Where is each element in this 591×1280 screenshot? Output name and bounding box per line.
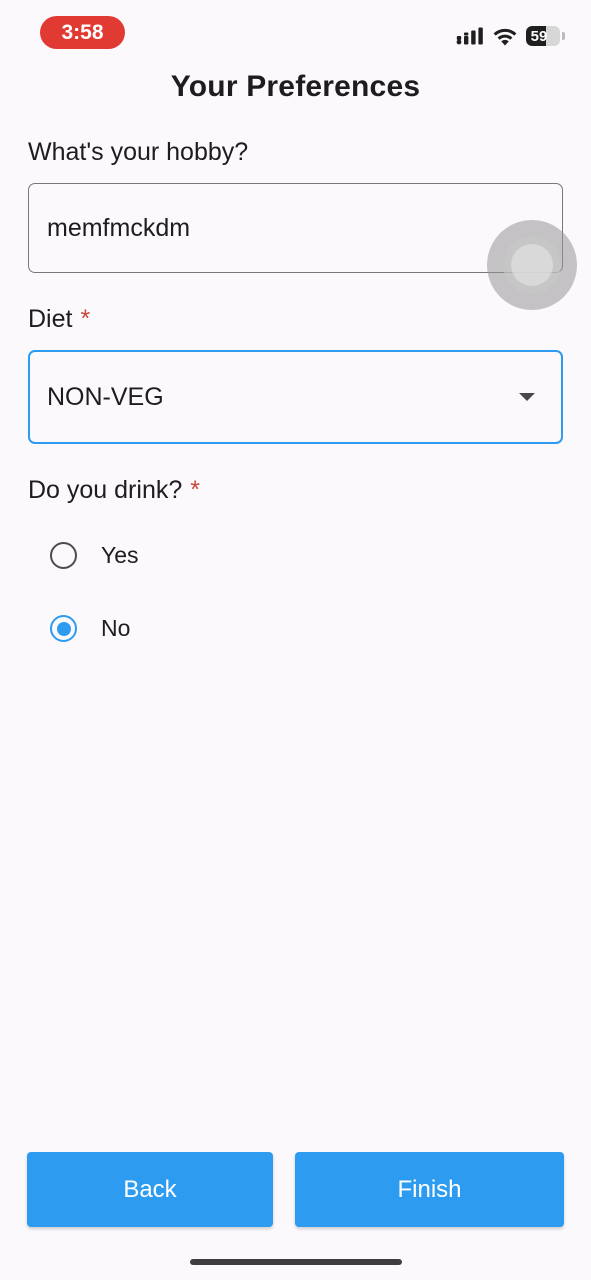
battery-cap [562, 32, 565, 40]
hobby-input[interactable]: memfmckdm [28, 183, 563, 273]
hobby-label: What's your hobby? [28, 138, 248, 167]
radio-dot [56, 621, 71, 636]
drink-option-no[interactable]: No [50, 615, 130, 642]
status-icons: 59 [456, 24, 565, 48]
drink-option-yes-label: Yes [101, 542, 139, 568]
hobby-label-text: What's your hobby? [28, 138, 249, 166]
diet-label: Diet * [28, 305, 90, 334]
drink-label-text: Do you drink? [28, 476, 183, 504]
home-indicator[interactable] [190, 1259, 402, 1265]
diet-label-text: Diet [28, 305, 73, 333]
battery-level: 59 [530, 27, 548, 45]
preferences-screen: 3:58 59 Your Preferences What's your hob… [0, 0, 591, 1280]
drink-label: Do you drink? * [28, 476, 200, 505]
cellular-signal-icon [456, 27, 483, 45]
diet-selected-value: NON-VEG [47, 382, 164, 411]
hobby-input-value: memfmckdm [47, 213, 191, 242]
wifi-icon [493, 28, 517, 45]
diet-dropdown[interactable]: NON-VEG [28, 350, 563, 444]
drink-required-mark: * [190, 476, 200, 504]
dropdown-arrow-icon [519, 393, 535, 401]
finish-button[interactable]: Finish [295, 1152, 564, 1227]
status-time: 3:58 [40, 16, 125, 49]
drink-option-yes[interactable]: Yes [50, 542, 139, 569]
page-title: Your Preferences [170, 70, 421, 103]
touch-indicator-core [511, 244, 553, 286]
touch-indicator [487, 220, 577, 310]
radio-unchecked-icon[interactable] [50, 542, 77, 569]
touch-indicator-inner [503, 236, 561, 294]
radio-checked-icon[interactable] [50, 615, 77, 642]
battery-icon: 59 [526, 26, 560, 46]
back-button[interactable]: Back [27, 1152, 273, 1227]
diet-required-mark: * [80, 305, 91, 333]
drink-option-no-label: No [101, 615, 131, 641]
